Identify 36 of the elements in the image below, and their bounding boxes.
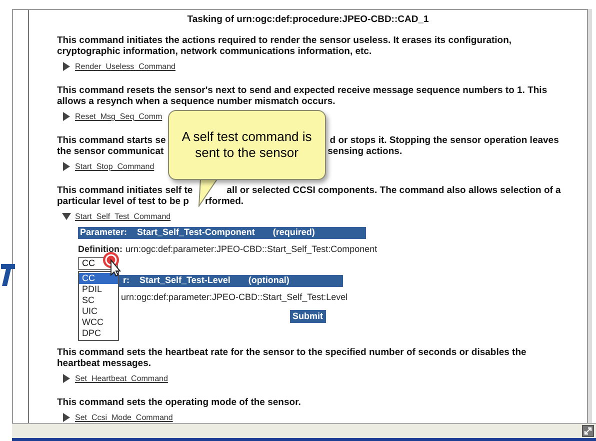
description-text: all or selected CCSI components. The command also allows selection of a (226, 184, 561, 196)
command-link[interactable]: Start_Self_Test_Command (75, 211, 171, 222)
page-title: Tasking of urn:ogc:def:procedure:JPEO-CBD::CAD_1 (187, 14, 429, 25)
dropdown-option[interactable]: WCC (79, 316, 118, 328)
dropdown-option[interactable]: DPC (79, 328, 118, 338)
parameter-note: (optional) (248, 275, 290, 286)
description-text: particular level of test to be p (57, 196, 189, 208)
parameter-name: Start_Self_Test-Component (137, 227, 255, 238)
description-text: This command sets the operating mode of the sensor. (57, 396, 302, 408)
command-link[interactable]: Render_Useless_Command (75, 61, 176, 72)
description-text: This command starts se (57, 134, 166, 146)
definition-label: Definition: (78, 244, 122, 254)
description-text: This command sets the heartbeat rate for the sensor to the specified number of seconds or disables the heartbeat messages. (57, 346, 528, 370)
command-link[interactable]: Set_Heartbeat_Command (75, 373, 168, 384)
command-link[interactable]: Reset_Msg_Seq_Comm (75, 111, 162, 122)
dropdown-option[interactable]: CC (79, 272, 118, 284)
parameter-label: Parameter: (80, 227, 128, 238)
callout-text: A self test command is sent to the sensor (180, 128, 313, 160)
dropdown-option[interactable]: UIC (79, 306, 118, 316)
parameter-label: r: (123, 275, 130, 286)
description-text: the sensor communicat (57, 146, 164, 158)
description-text: This command resets the sensor's next to send and expected receive message sequence numbers to 1. This allows a resynch when a sequence number mismatch occurs. (57, 84, 548, 108)
dropdown-option[interactable]: PDIL (79, 284, 118, 294)
description-text: This command initiates the actions required to render the sensor useless. It erases its configuration, cryptographic information, network communications information, etc. (57, 34, 513, 58)
parameter-name: Start_Self_Test-Level (140, 275, 230, 286)
description-text: sensing actions. (328, 146, 402, 158)
description-text: rformed. (204, 196, 244, 208)
dropdown-option[interactable]: SC (79, 294, 118, 306)
description-text: This command initiates self te (57, 184, 193, 196)
description-text: d or stops it. Stopping the sensor operation leaves (330, 134, 559, 146)
definition-text: urn:ogc:def:parameter:JPEO-CBD::Start_Self_Test:Level (121, 292, 348, 302)
command-link[interactable]: Start_Stop_Command (75, 161, 154, 172)
command-link[interactable]: Set_Ccsi_Mode_Command (75, 412, 173, 422)
definition-text: urn:ogc:def:parameter:JPEO-CBD::Start_Self_Test:Component (126, 244, 378, 254)
submit-button[interactable]: Submit (290, 310, 326, 322)
parameter-note: (required) (272, 227, 315, 238)
